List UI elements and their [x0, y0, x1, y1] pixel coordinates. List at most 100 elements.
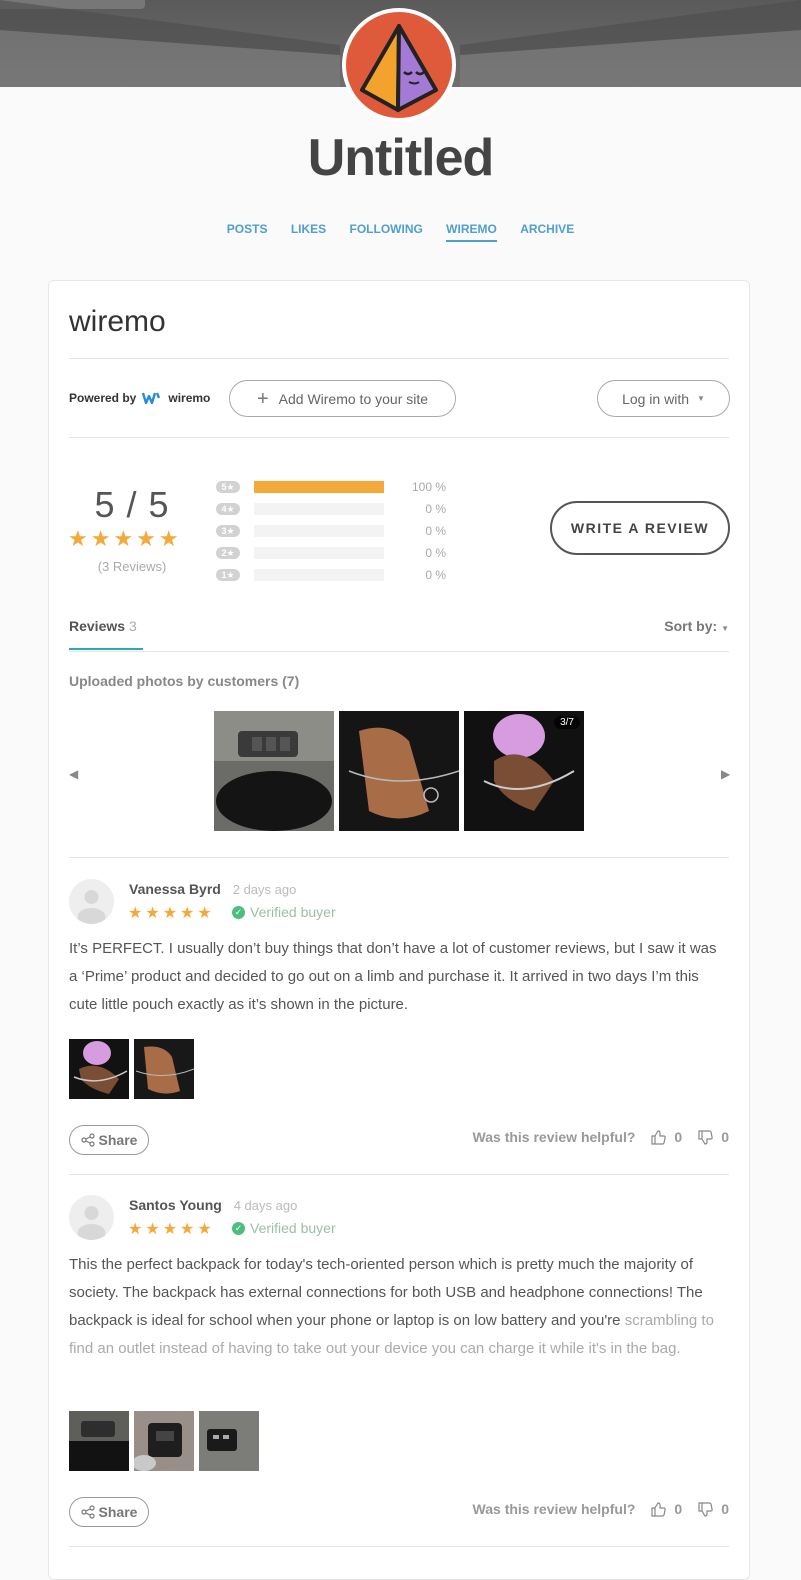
powered-by[interactable]: Powered by wiremo — [69, 391, 210, 405]
check-icon: ✓ — [232, 905, 245, 919]
rating-row[interactable]: 1★ 0 % — [216, 564, 446, 586]
tab-reviews[interactable]: Reviews 3 — [69, 618, 137, 634]
customer-photo[interactable] — [214, 711, 334, 831]
verified-label: Verified buyer — [250, 1220, 336, 1236]
rating-bar-track — [254, 503, 384, 515]
reviewer-name-text: Santos Young — [129, 1197, 222, 1213]
review-body: This the perfect backpack for today's te… — [69, 1251, 729, 1363]
review-body: It’s PERFECT. I usually don’t buy things… — [69, 935, 729, 1019]
rating-percent: 0 % — [425, 546, 446, 560]
verified-badge: ✓ Verified buyer — [232, 1220, 336, 1236]
review-stars: ★★★★★ — [128, 1221, 215, 1238]
sort-label: Sort by: — [664, 618, 718, 634]
chevron-down-icon: ▼ — [697, 394, 705, 403]
reviewer-name-text: Vanessa Byrd — [129, 881, 221, 897]
average-score: 5 / 5 — [94, 484, 170, 525]
helpful-label: Was this review helpful? — [472, 1501, 636, 1517]
avatar — [69, 1195, 114, 1240]
divider — [69, 651, 729, 652]
tab-reviews-count: 3 — [128, 618, 137, 634]
blog-title: Untitled — [307, 129, 495, 187]
write-review-button[interactable]: WRITE A REVIEW — [550, 501, 730, 555]
share-button[interactable]: Share — [69, 1125, 149, 1155]
upvote-count: 0 — [674, 1501, 683, 1517]
share-label: Share — [98, 1132, 138, 1148]
wiremo-widget: wiremo Powered by wiremo + Add Wiremo to… — [48, 280, 750, 1580]
thumbs-down-button[interactable]: 0 — [698, 1501, 729, 1517]
avatar — [69, 879, 114, 924]
thumbs-up-icon — [651, 1501, 667, 1517]
rating-row[interactable]: 3★ 0 % — [216, 520, 446, 542]
share-label: Share — [98, 1504, 138, 1520]
carousel-prev-icon[interactable]: ◀ — [69, 767, 78, 781]
add-wiremo-button[interactable]: + Add Wiremo to your site — [229, 380, 456, 417]
share-button[interactable]: Share — [69, 1497, 149, 1527]
review-photo[interactable] — [134, 1039, 194, 1099]
rating-percent: 0 % — [425, 568, 446, 582]
review-text: It’s PERFECT. I usually don’t buy things… — [69, 940, 717, 1013]
divider — [69, 1546, 729, 1547]
helpful-label: Was this review helpful? — [472, 1129, 636, 1145]
thumbs-up-button[interactable]: 0 — [651, 1129, 682, 1145]
thumbs-up-icon — [651, 1129, 667, 1145]
nav-following[interactable]: FOLLOWING — [350, 222, 423, 240]
review-photo[interactable] — [69, 1039, 129, 1099]
wiremo-logo-icon — [142, 392, 161, 404]
review-date: 2 days ago — [232, 882, 297, 897]
rating-bar-track — [254, 481, 384, 493]
downvote-count: 0 — [721, 1501, 729, 1517]
customer-photo[interactable]: 3/7 — [464, 711, 584, 831]
review-text: This the perfect backpack for today's te… — [69, 1256, 703, 1329]
star-badge: 4★ — [216, 503, 240, 515]
rating-percent: 100 % — [411, 480, 446, 494]
add-wiremo-label: Add Wiremo to your site — [278, 390, 429, 407]
star-badge: 3★ — [216, 525, 240, 537]
rating-row[interactable]: 5★ 100 % — [216, 476, 446, 498]
rating-row[interactable]: 2★ 0 % — [216, 542, 446, 564]
downvote-count: 0 — [721, 1129, 729, 1145]
sort-dropdown[interactable]: Sort by: ▼ — [664, 618, 729, 634]
review-photo[interactable] — [134, 1411, 194, 1471]
review-count: (3 Reviews) — [97, 559, 167, 574]
rating-percent: 0 % — [425, 502, 446, 516]
verified-label: Verified buyer — [250, 904, 336, 920]
widget-title: wiremo — [69, 305, 166, 338]
share-icon — [80, 1133, 95, 1147]
blog-nav: POSTS LIKES FOLLOWING WIREMO ARCHIVE — [0, 222, 801, 242]
nav-posts[interactable]: POSTS — [227, 222, 268, 240]
rating-row[interactable]: 4★ 0 % — [216, 498, 446, 520]
star-badge: 1★ — [216, 569, 240, 581]
rating-bar-track — [254, 547, 384, 559]
review-photo[interactable] — [69, 1411, 129, 1471]
thumbs-down-button[interactable]: 0 — [698, 1129, 729, 1145]
share-icon — [80, 1505, 95, 1519]
plus-icon: + — [256, 387, 269, 410]
verified-badge: ✓ Verified buyer — [232, 904, 336, 920]
reviewer-name: Vanessa Byrd 2 days ago — [129, 881, 296, 897]
rating-bar-fill — [254, 481, 384, 493]
nav-archive[interactable]: ARCHIVE — [520, 222, 574, 240]
login-label: Log in with — [622, 390, 689, 407]
reviewer-name: Santos Young 4 days ago — [129, 1197, 297, 1213]
divider — [69, 358, 729, 359]
rating-percent: 0 % — [425, 524, 446, 538]
divider — [69, 857, 729, 858]
customer-photo[interactable] — [339, 711, 459, 831]
thumbs-down-icon — [698, 1501, 713, 1517]
nav-wiremo[interactable]: WIREMO — [446, 222, 497, 242]
carousel-next-icon[interactable]: ▶ — [721, 767, 730, 781]
uploaded-photos-heading: Uploaded photos by customers (7) — [69, 673, 300, 689]
review-photo[interactable] — [199, 1411, 259, 1471]
thumbs-down-icon — [698, 1129, 713, 1145]
wiremo-brand: wiremo — [168, 391, 211, 405]
score-stars: ★★★★★ — [68, 526, 182, 551]
chevron-down-icon: ▼ — [721, 624, 729, 633]
nav-likes[interactable]: LIKES — [291, 222, 326, 240]
tab-reviews-label: Reviews — [69, 618, 126, 634]
star-badge: 5★ — [216, 481, 240, 493]
login-dropdown[interactable]: Log in with ▼ — [597, 380, 730, 417]
divider — [69, 1174, 729, 1175]
helpful-section: Was this review helpful? 0 0 — [473, 1501, 729, 1517]
blog-avatar[interactable] — [342, 8, 456, 122]
thumbs-up-button[interactable]: 0 — [651, 1501, 682, 1517]
